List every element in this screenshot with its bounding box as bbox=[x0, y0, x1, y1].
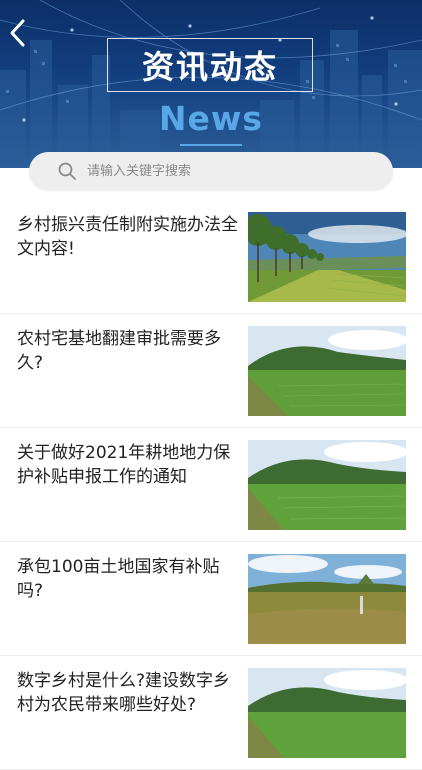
header-banner: 资讯动态 News bbox=[0, 0, 422, 168]
page-title: 资讯动态 bbox=[141, 48, 278, 86]
page-subtitle: News bbox=[158, 99, 264, 138]
news-title: 关于做好2021年耕地地力保护补贴申报工作的通知 bbox=[17, 443, 231, 487]
news-title: 承包100亩土地国家有补贴吗? bbox=[17, 557, 220, 601]
search-input[interactable] bbox=[85, 162, 369, 180]
green-rice-field-photo bbox=[248, 440, 406, 530]
news-item[interactable]: 承包100亩土地国家有补贴吗? bbox=[0, 542, 422, 656]
search-icon bbox=[58, 162, 76, 180]
tree-lined-road-field-photo bbox=[248, 212, 406, 302]
open-farmland-photo bbox=[248, 554, 406, 644]
back-button[interactable] bbox=[6, 16, 30, 50]
news-item[interactable]: 关于做好2021年耕地地力保护补贴申报工作的通知 bbox=[0, 428, 422, 542]
news-item[interactable]: 农村宅基地翻建审批需要多久? bbox=[0, 314, 422, 428]
search-bar[interactable] bbox=[29, 152, 393, 190]
green-rice-field-photo bbox=[248, 668, 406, 758]
news-item[interactable]: 数字乡村是什么?建设数字乡村为农民带来哪些好处? bbox=[0, 656, 422, 770]
news-item[interactable]: 乡村振兴责任制附实施办法全文内容! bbox=[0, 200, 422, 314]
green-rice-field-photo bbox=[248, 326, 406, 416]
subtitle-underline bbox=[180, 144, 242, 146]
title-frame: 资讯动态 bbox=[107, 38, 313, 92]
news-list: 乡村振兴责任制附实施办法全文内容! 农村宅基地翻建审批需要多久? 关于做好202… bbox=[0, 200, 422, 770]
news-title: 数字乡村是什么?建设数字乡村为农民带来哪些好处? bbox=[17, 671, 231, 715]
news-title: 农村宅基地翻建审批需要多久? bbox=[17, 329, 221, 373]
news-title: 乡村振兴责任制附实施办法全文内容! bbox=[17, 215, 238, 259]
back-arrow-icon bbox=[10, 19, 25, 47]
